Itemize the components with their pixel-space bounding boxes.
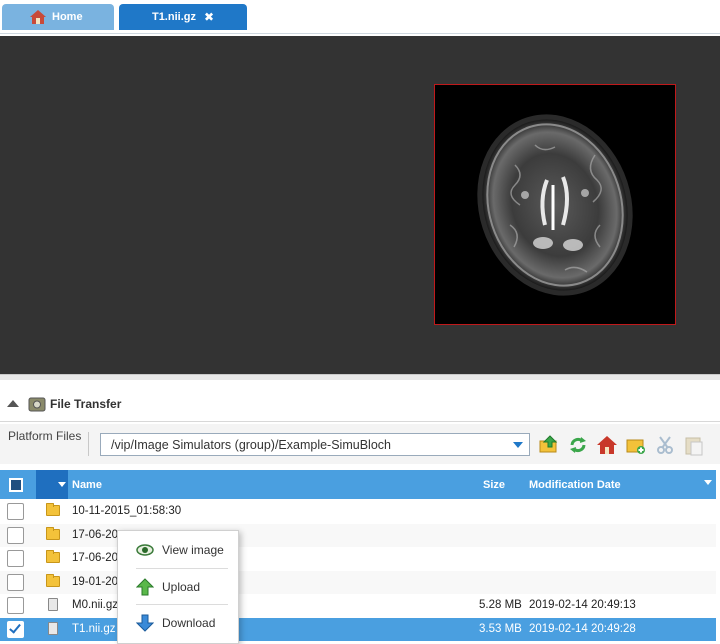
tab-t1-nii[interactable]: T1.nii.gz ✖ [119,4,247,30]
home-icon[interactable] [596,434,618,456]
cut-icon[interactable] [654,434,676,456]
column-header-name[interactable]: Name [72,479,102,491]
divider [0,421,720,422]
download-arrow-icon [135,614,155,632]
menu-item-view-image[interactable]: View image [118,532,238,568]
menu-item-label: Upload [162,580,201,594]
folder-icon [46,526,60,540]
menu-item-label: Download [162,616,216,630]
table-row[interactable]: 17-06-20 [0,523,716,547]
row-size: 3.53 MB [479,623,522,635]
row-date: 2019-02-14 20:49:28 [529,623,636,635]
row-date: 2019-02-14 20:49:13 [529,599,636,612]
file-list-grid: Name Size Modification Date 10-11-2015_0… [0,466,720,644]
menu-item-download[interactable]: Download [118,605,238,641]
refresh-icon[interactable] [567,434,589,456]
row-checkbox[interactable] [7,597,24,615]
row-size: 5.28 MB [479,599,522,612]
platform-files-label: Platform Files [8,429,82,443]
mri-slice-image[interactable] [434,84,676,325]
table-row[interactable]: 17-06-20 [0,547,716,570]
file-icon [48,598,58,612]
upload-arrow-icon [135,578,155,596]
row-checkbox[interactable] [7,503,24,520]
menu-item-upload[interactable]: Upload [118,569,238,605]
select-all-cell [0,470,34,499]
file-transfer-title: File Transfer [50,397,122,411]
folder-icon [46,550,60,564]
column-header-size[interactable]: Size [483,479,505,491]
chevron-down-icon [58,482,66,487]
row-name: M0.nii.gz [72,599,119,612]
tab-home[interactable]: Home [2,4,114,30]
row-name: 17-06-20 [72,528,119,541]
toolbar-icons [538,434,712,456]
path-value: /vip/Image Simulators (group)/Example-Si… [111,437,391,452]
select-all-checkbox[interactable] [9,478,23,492]
path-select[interactable]: /vip/Image Simulators (group)/Example-Si… [100,433,530,456]
tab-t1-label: T1.nii.gz [151,11,196,23]
row-name: 19-01-20 [72,575,119,588]
platform-files-toolbar: Platform Files /vip/Image Simulators (gr… [0,424,720,464]
table-row[interactable]: T1.nii.gz 3.53 MB 2019-02-14 20:49:28 [0,618,716,641]
column-menu-icon[interactable] [704,480,712,485]
collapse-arrow-icon[interactable] [6,397,20,411]
row-name: 10-11-2015_01:58:30 [72,505,182,517]
row-checkbox[interactable] [7,550,24,568]
table-row[interactable]: 19-01-20 [0,570,716,594]
file-icon [48,622,58,635]
row-checkbox[interactable] [7,573,24,591]
table-row[interactable]: M0.nii.gz 5.28 MB 2019-02-14 20:49:13 [0,594,716,617]
chevron-down-icon[interactable] [513,442,523,448]
row-name: T1.nii.gz [72,623,116,635]
row-checkbox[interactable] [7,621,24,638]
panel-splitter[interactable] [0,374,720,380]
folder-up-icon[interactable] [538,434,560,456]
paste-icon[interactable] [683,434,705,456]
hard-drive-icon [28,396,46,412]
file-transfer-header: File Transfer [0,388,720,420]
grid-header: Name Size Modification Date [0,470,716,499]
checkmark-icon [9,621,21,634]
sort-column[interactable] [36,470,68,499]
context-menu: View image Upload Download [117,530,239,644]
home-icon [30,10,46,24]
table-row[interactable]: 10-11-2015_01:58:30 [0,500,716,523]
divider [88,432,89,456]
menu-item-label: View image [162,543,224,557]
folder-icon [46,503,60,516]
close-icon[interactable]: ✖ [204,10,214,24]
folder-icon [46,573,60,587]
image-viewer [0,36,720,374]
tab-home-label: Home [52,11,83,23]
eye-icon [136,541,154,559]
row-name: 17-06-20 [72,552,119,565]
new-folder-icon[interactable] [625,434,647,456]
column-header-date[interactable]: Modification Date [529,479,621,491]
tab-bar: Home T1.nii.gz ✖ [0,0,720,34]
row-checkbox[interactable] [7,526,24,544]
